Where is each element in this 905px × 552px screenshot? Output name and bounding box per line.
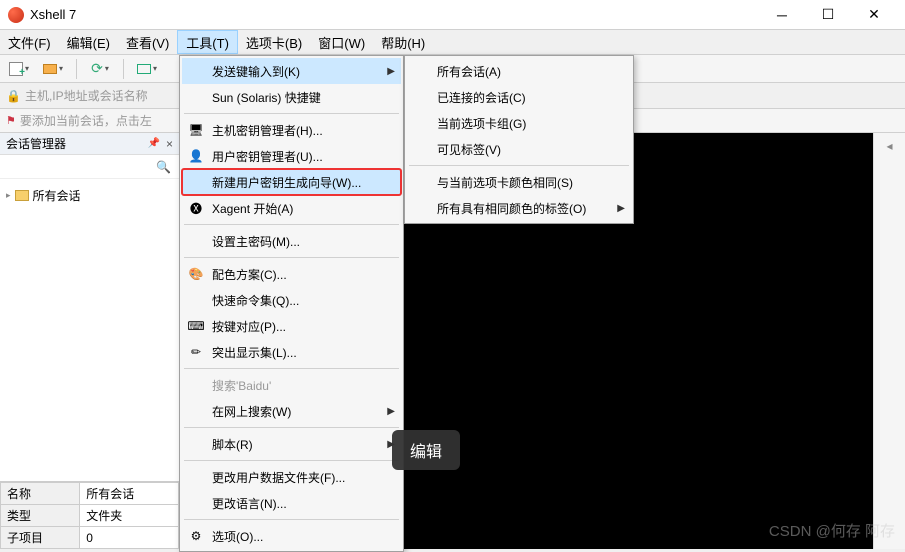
menu-separator [184,460,399,461]
menu-quick[interactable]: 快速命令集(Q)... [182,287,401,313]
prop-child-val: 0 [80,527,179,549]
menu-host-key[interactable]: 🖥主机密钥管理者(H)... [182,117,401,143]
menu-separator [184,427,399,428]
watermark: CSDN @何存 阿存 [769,520,895,541]
menu-edit[interactable]: 编辑(E) [59,30,118,54]
prop-name-val: 所有会话 [80,483,179,505]
submenu-arrow-icon: ▶ [387,406,395,417]
keyboard-icon: ⌨ [188,318,204,334]
palette-icon: 🎨 [188,266,204,282]
submenu-same-color[interactable]: 与当前选项卡颜色相同(S) [407,169,631,195]
screen-button[interactable]: ▾ [132,58,162,80]
folder-icon [15,190,29,201]
titlebar: Xshell 7 ─ ☐ ✕ [0,0,905,30]
session-tree[interactable]: ▸ 所有会话 [0,179,179,481]
expand-icon[interactable]: ▸ [6,190,11,201]
highlight-icon: ✏ [188,344,204,360]
window-title: Xshell 7 [30,7,759,22]
menu-help[interactable]: 帮助(H) [373,30,433,54]
submenu-all-same-color[interactable]: 所有具有相同颜色的标签(O)▶ [407,195,631,221]
panel-search[interactable]: 🔍 [0,155,179,179]
search-icon: 🔍 [156,160,171,174]
toolbar-separator [76,59,77,79]
menu-keymap[interactable]: ⌨按键对应(P)... [182,313,401,339]
maximize-button[interactable]: ☐ [805,0,851,30]
session-hint: 要添加当前会话，点击左 [20,112,152,129]
tools-menu: 发送键输入到(K)▶ Sun (Solaris) 快捷键 🖥主机密钥管理者(H)… [179,55,404,552]
menu-user-data[interactable]: 更改用户数据文件夹(F)... [182,464,401,490]
panel-title-bar: 会话管理器 📌 × [0,133,179,155]
menu-new-key-wizard[interactable]: 新建用户密钥生成向导(W)... [182,169,401,195]
menu-master-pw[interactable]: 设置主密码(M)... [182,228,401,254]
submenu-all-sessions[interactable]: 所有会话(A) [407,58,631,84]
submenu-connected[interactable]: 已连接的会话(C) [407,84,631,110]
menu-window[interactable]: 窗口(W) [310,30,373,54]
menu-separator [184,113,399,114]
close-button[interactable]: ✕ [851,0,897,30]
menubar: 文件(F) 编辑(E) 查看(V) 工具(T) 选项卡(B) 窗口(W) 帮助(… [0,30,905,55]
menu-search-hint: 搜索'Baidu' [182,372,401,398]
prop-type-hdr: 类型 [1,505,80,527]
open-session-button[interactable]: ▾ [38,58,68,80]
tree-root[interactable]: ▸ 所有会话 [6,185,173,206]
menu-xagent[interactable]: 🅧Xagent 开始(A) [182,195,401,221]
menu-web-search[interactable]: 在网上搜索(W)▶ [182,398,401,424]
toolbar-separator [123,59,124,79]
nav-left-icon[interactable]: ◂ [886,139,892,153]
panel-title: 会话管理器 [6,135,66,152]
menu-view[interactable]: 查看(V) [118,30,177,54]
flag-icon: ⚑ [6,114,16,127]
menu-separator [409,165,629,166]
menu-file[interactable]: 文件(F) [0,30,59,54]
minimize-button[interactable]: ─ [759,0,805,30]
session-manager-panel: 会话管理器 📌 × 🔍 ▸ 所有会话 名称所有会话 类型文件夹 子项目0 [0,133,180,549]
menu-separator [184,519,399,520]
submenu-arrow-icon: ▶ [387,66,395,77]
menu-separator [184,368,399,369]
menu-tabs[interactable]: 选项卡(B) [238,30,310,54]
user-key-icon: 👤 [188,148,204,164]
prop-type-val: 文件夹 [80,505,179,527]
menu-highlight[interactable]: ✏突出显示集(L)... [182,339,401,365]
panel-close-button[interactable]: × [166,137,173,151]
menu-send-keys[interactable]: 发送键输入到(K)▶ [182,58,401,84]
menu-user-key[interactable]: 👤用户密钥管理者(U)... [182,143,401,169]
menu-separator [184,224,399,225]
tree-root-label: 所有会话 [33,187,81,204]
properties-grid: 名称所有会话 类型文件夹 子项目0 [0,481,179,549]
menu-script[interactable]: 脚本(R)▶ [182,431,401,457]
send-keys-submenu: 所有会话(A) 已连接的会话(C) 当前选项卡组(G) 可见标签(V) 与当前选… [404,55,634,224]
menu-tools[interactable]: 工具(T) [177,30,238,54]
edit-overlay-badge: 编辑 [392,430,460,470]
menu-color[interactable]: 🎨配色方案(C)... [182,261,401,287]
prop-name-hdr: 名称 [1,483,80,505]
app-logo-icon [8,7,24,23]
pin-icon[interactable]: 📌 [148,138,160,149]
submenu-visible-tabs[interactable]: 可见标签(V) [407,136,631,162]
menu-lang[interactable]: 更改语言(N)... [182,490,401,516]
submenu-arrow-icon: ▶ [617,203,625,214]
host-key-icon: 🖥 [188,122,204,138]
new-session-button[interactable]: ▾ [4,58,34,80]
xagent-icon: 🅧 [188,200,204,216]
prop-child-hdr: 子项目 [1,527,80,549]
address-input[interactable]: 主机,IP地址或会话名称 [25,87,175,104]
menu-sun[interactable]: Sun (Solaris) 快捷键 [182,84,401,110]
reconnect-button[interactable]: ⟳▾ [85,58,115,80]
submenu-cur-tabgroup[interactable]: 当前选项卡组(G) [407,110,631,136]
right-strip: ◂ [873,133,905,549]
menu-options[interactable]: ⚙选项(O)... [182,523,401,549]
lock-icon: 🔒 [6,89,21,103]
gear-icon: ⚙ [188,528,204,544]
menu-separator [184,257,399,258]
